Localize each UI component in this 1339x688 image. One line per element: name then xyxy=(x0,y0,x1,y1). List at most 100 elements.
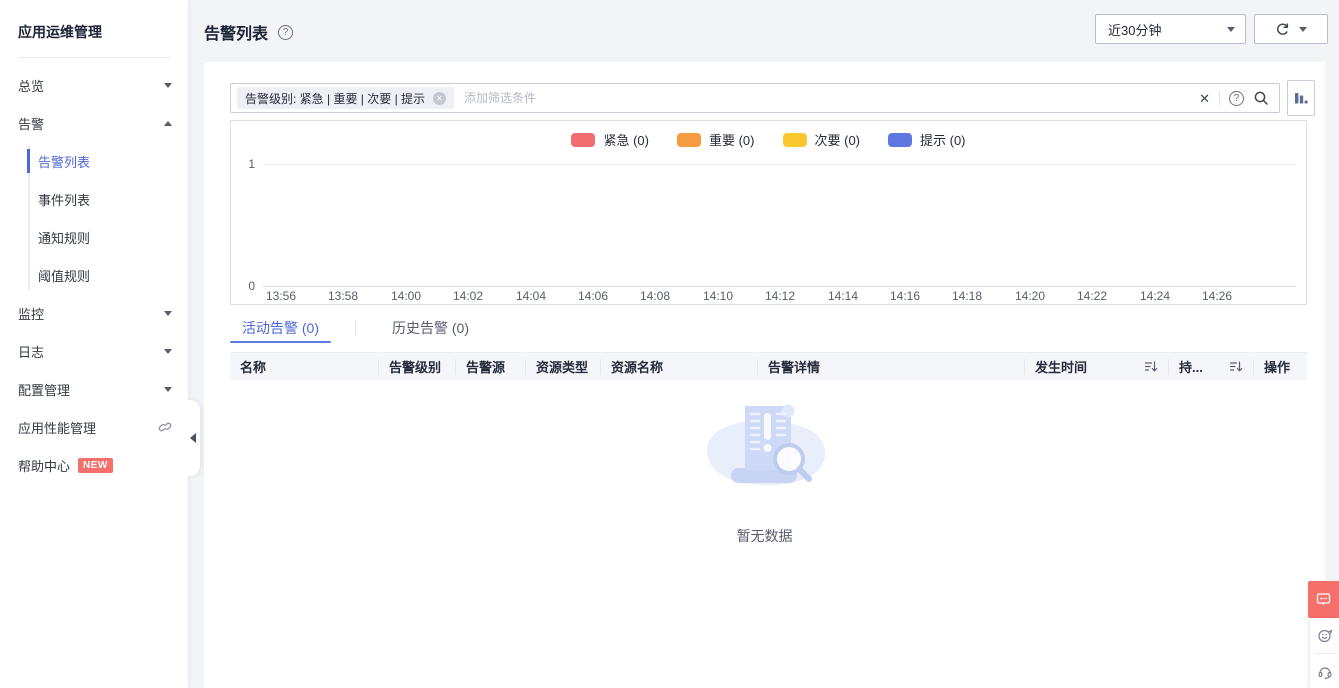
sidebar-item-label: 应用性能管理 xyxy=(18,418,96,437)
refresh-button[interactable] xyxy=(1254,14,1328,44)
x-axis: 13:56 13:58 14:00 14:02 14:04 14:06 14:0… xyxy=(231,289,1306,305)
sidebar-item-notification-rules[interactable]: 通知规则 xyxy=(0,218,188,256)
sidebar-item-label: 总览 xyxy=(18,76,44,95)
sidebar-subitem-label: 告警列表 xyxy=(38,152,90,171)
sidebar-alarm-submenu: 告警列表 事件列表 通知规则 阈值规则 xyxy=(0,142,188,294)
clear-filter-icon[interactable]: ✕ xyxy=(1199,92,1210,105)
col-severity: 告警级别 xyxy=(379,359,456,375)
chevron-down-icon xyxy=(164,387,172,392)
floating-dock xyxy=(1308,581,1339,688)
x-axis-tick: 13:58 xyxy=(328,289,358,303)
search-icon[interactable] xyxy=(1253,90,1269,106)
x-axis-tick: 14:06 xyxy=(578,289,608,303)
sidebar-subitem-label: 阈值规则 xyxy=(38,266,90,285)
filter-tag-severity: 告警级别: 紧急 | 重要 | 次要 | 提示 ✕ xyxy=(237,87,454,109)
legend-swatch-info xyxy=(888,133,912,147)
sidebar-item-event-list[interactable]: 事件列表 xyxy=(0,180,188,218)
filter-bar[interactable]: 告警级别: 紧急 | 重要 | 次要 | 提示 ✕ ✕ ? xyxy=(230,83,1280,113)
gridline xyxy=(263,164,1296,165)
chevron-down-icon xyxy=(1299,27,1307,32)
feedback-button[interactable] xyxy=(1308,581,1339,618)
no-data-illustration xyxy=(685,398,845,498)
sidebar-item-threshold-rules[interactable]: 阈值规则 xyxy=(0,256,188,294)
page-title: 告警列表 xyxy=(204,20,268,44)
empty-state: 暂无数据 xyxy=(204,398,1325,546)
col-details: 告警详情 xyxy=(758,359,1025,375)
legend-item-info[interactable]: 提示 (0) xyxy=(888,130,966,149)
sort-icon[interactable] xyxy=(1144,360,1158,373)
x-axis-tick: 14:14 xyxy=(828,289,858,303)
bar-chart-icon xyxy=(1293,90,1309,106)
col-resource-type: 资源类型 xyxy=(526,359,601,375)
sidebar-item-label-wrap: 帮助中心 NEW xyxy=(18,456,113,475)
sidebar-item-label: 帮助中心 xyxy=(18,456,70,475)
tab-active-alarms[interactable]: 活动告警 (0) xyxy=(230,314,331,342)
sidebar-item-help-center[interactable]: 帮助中心 NEW xyxy=(0,446,188,484)
empty-text: 暂无数据 xyxy=(737,526,793,546)
sidebar-item-logs[interactable]: 日志 xyxy=(0,332,188,370)
sidebar-item-label: 监控 xyxy=(18,304,44,323)
headset-icon xyxy=(1317,664,1333,680)
tab-label: 历史告警 (0) xyxy=(392,318,469,338)
support-button[interactable] xyxy=(1310,654,1339,688)
sidebar-item-configuration[interactable]: 配置管理 xyxy=(0,370,188,408)
main-card: 告警级别: 紧急 | 重要 | 次要 | 提示 ✕ ✕ ? xyxy=(204,62,1325,688)
sidebar-item-monitoring[interactable]: 监控 xyxy=(0,294,188,332)
x-axis-tick: 14:16 xyxy=(890,289,920,303)
col-resource-name: 资源名称 xyxy=(601,359,758,375)
legend-item-major[interactable]: 重要 (0) xyxy=(677,130,755,149)
alarm-trend-chart: 紧急 (0) 重要 (0) 次要 (0) 提示 (0) 1 0 13:56 13… xyxy=(230,120,1307,305)
legend-label: 紧急 (0) xyxy=(603,130,649,149)
legend-swatch-major xyxy=(677,133,701,147)
sort-icon[interactable] xyxy=(1229,360,1243,373)
sidebar-item-alarm[interactable]: 告警 xyxy=(0,104,188,142)
sidebar-subitem-label: 事件列表 xyxy=(38,190,90,209)
legend-item-minor[interactable]: 次要 (0) xyxy=(783,130,861,149)
chevron-up-icon xyxy=(164,121,172,126)
sidebar-item-overview[interactable]: 总览 xyxy=(0,66,188,104)
col-source: 告警源 xyxy=(456,359,526,375)
tab-history-alarms[interactable]: 历史告警 (0) xyxy=(380,314,481,342)
time-range-select[interactable]: 近30分钟 xyxy=(1095,14,1246,44)
x-axis-tick: 14:26 xyxy=(1202,289,1232,303)
y-axis-tick: 1 xyxy=(231,157,255,171)
sidebar-item-label: 日志 xyxy=(18,342,44,361)
sidebar-item-label: 配置管理 xyxy=(18,380,70,399)
legend-item-critical[interactable]: 紧急 (0) xyxy=(571,130,649,149)
legend-swatch-critical xyxy=(571,133,595,147)
page-header: 告警列表 ? xyxy=(204,20,293,44)
header-controls: 近30分钟 xyxy=(1095,14,1246,44)
x-axis-tick: 14:18 xyxy=(952,289,982,303)
divider xyxy=(355,321,356,335)
divider xyxy=(1219,91,1220,105)
sidebar-collapse-handle[interactable] xyxy=(186,400,200,476)
filter-help-icon[interactable]: ? xyxy=(1229,91,1244,106)
new-badge: NEW xyxy=(78,458,113,473)
legend-swatch-minor xyxy=(783,133,807,147)
refresh-icon xyxy=(1275,22,1290,37)
app-title: 应用运维管理 xyxy=(0,0,188,57)
alarm-tabs: 活动告警 (0) 历史告警 (0) xyxy=(230,314,1307,342)
col-operation: 操作 xyxy=(1254,359,1307,375)
x-axis-tick: 14:20 xyxy=(1015,289,1045,303)
smiley-icon xyxy=(1317,628,1333,644)
sidebar-item-apm[interactable]: 应用性能管理 xyxy=(0,408,188,446)
filter-input[interactable] xyxy=(454,91,1199,105)
x-axis-tick: 13:56 xyxy=(266,289,296,303)
satisfaction-survey-button[interactable] xyxy=(1310,618,1339,653)
x-axis-tick: 14:08 xyxy=(640,289,670,303)
sidebar-item-alarm-list[interactable]: 告警列表 xyxy=(0,142,188,180)
dock-panel xyxy=(1310,618,1339,688)
filter-actions: ✕ ? xyxy=(1199,90,1279,106)
x-axis-tick: 14:12 xyxy=(765,289,795,303)
chevron-down-icon xyxy=(164,83,172,88)
col-duration: 持... xyxy=(1169,359,1254,375)
col-name: 名称 xyxy=(230,359,379,375)
feedback-chat-icon xyxy=(1315,591,1332,608)
help-icon[interactable]: ? xyxy=(278,25,293,40)
legend-label: 提示 (0) xyxy=(920,130,966,149)
x-axis-tick: 14:22 xyxy=(1077,289,1107,303)
remove-filter-icon[interactable]: ✕ xyxy=(433,92,446,105)
chart-toggle-button[interactable] xyxy=(1287,80,1315,116)
x-axis-tick: 14:04 xyxy=(516,289,546,303)
